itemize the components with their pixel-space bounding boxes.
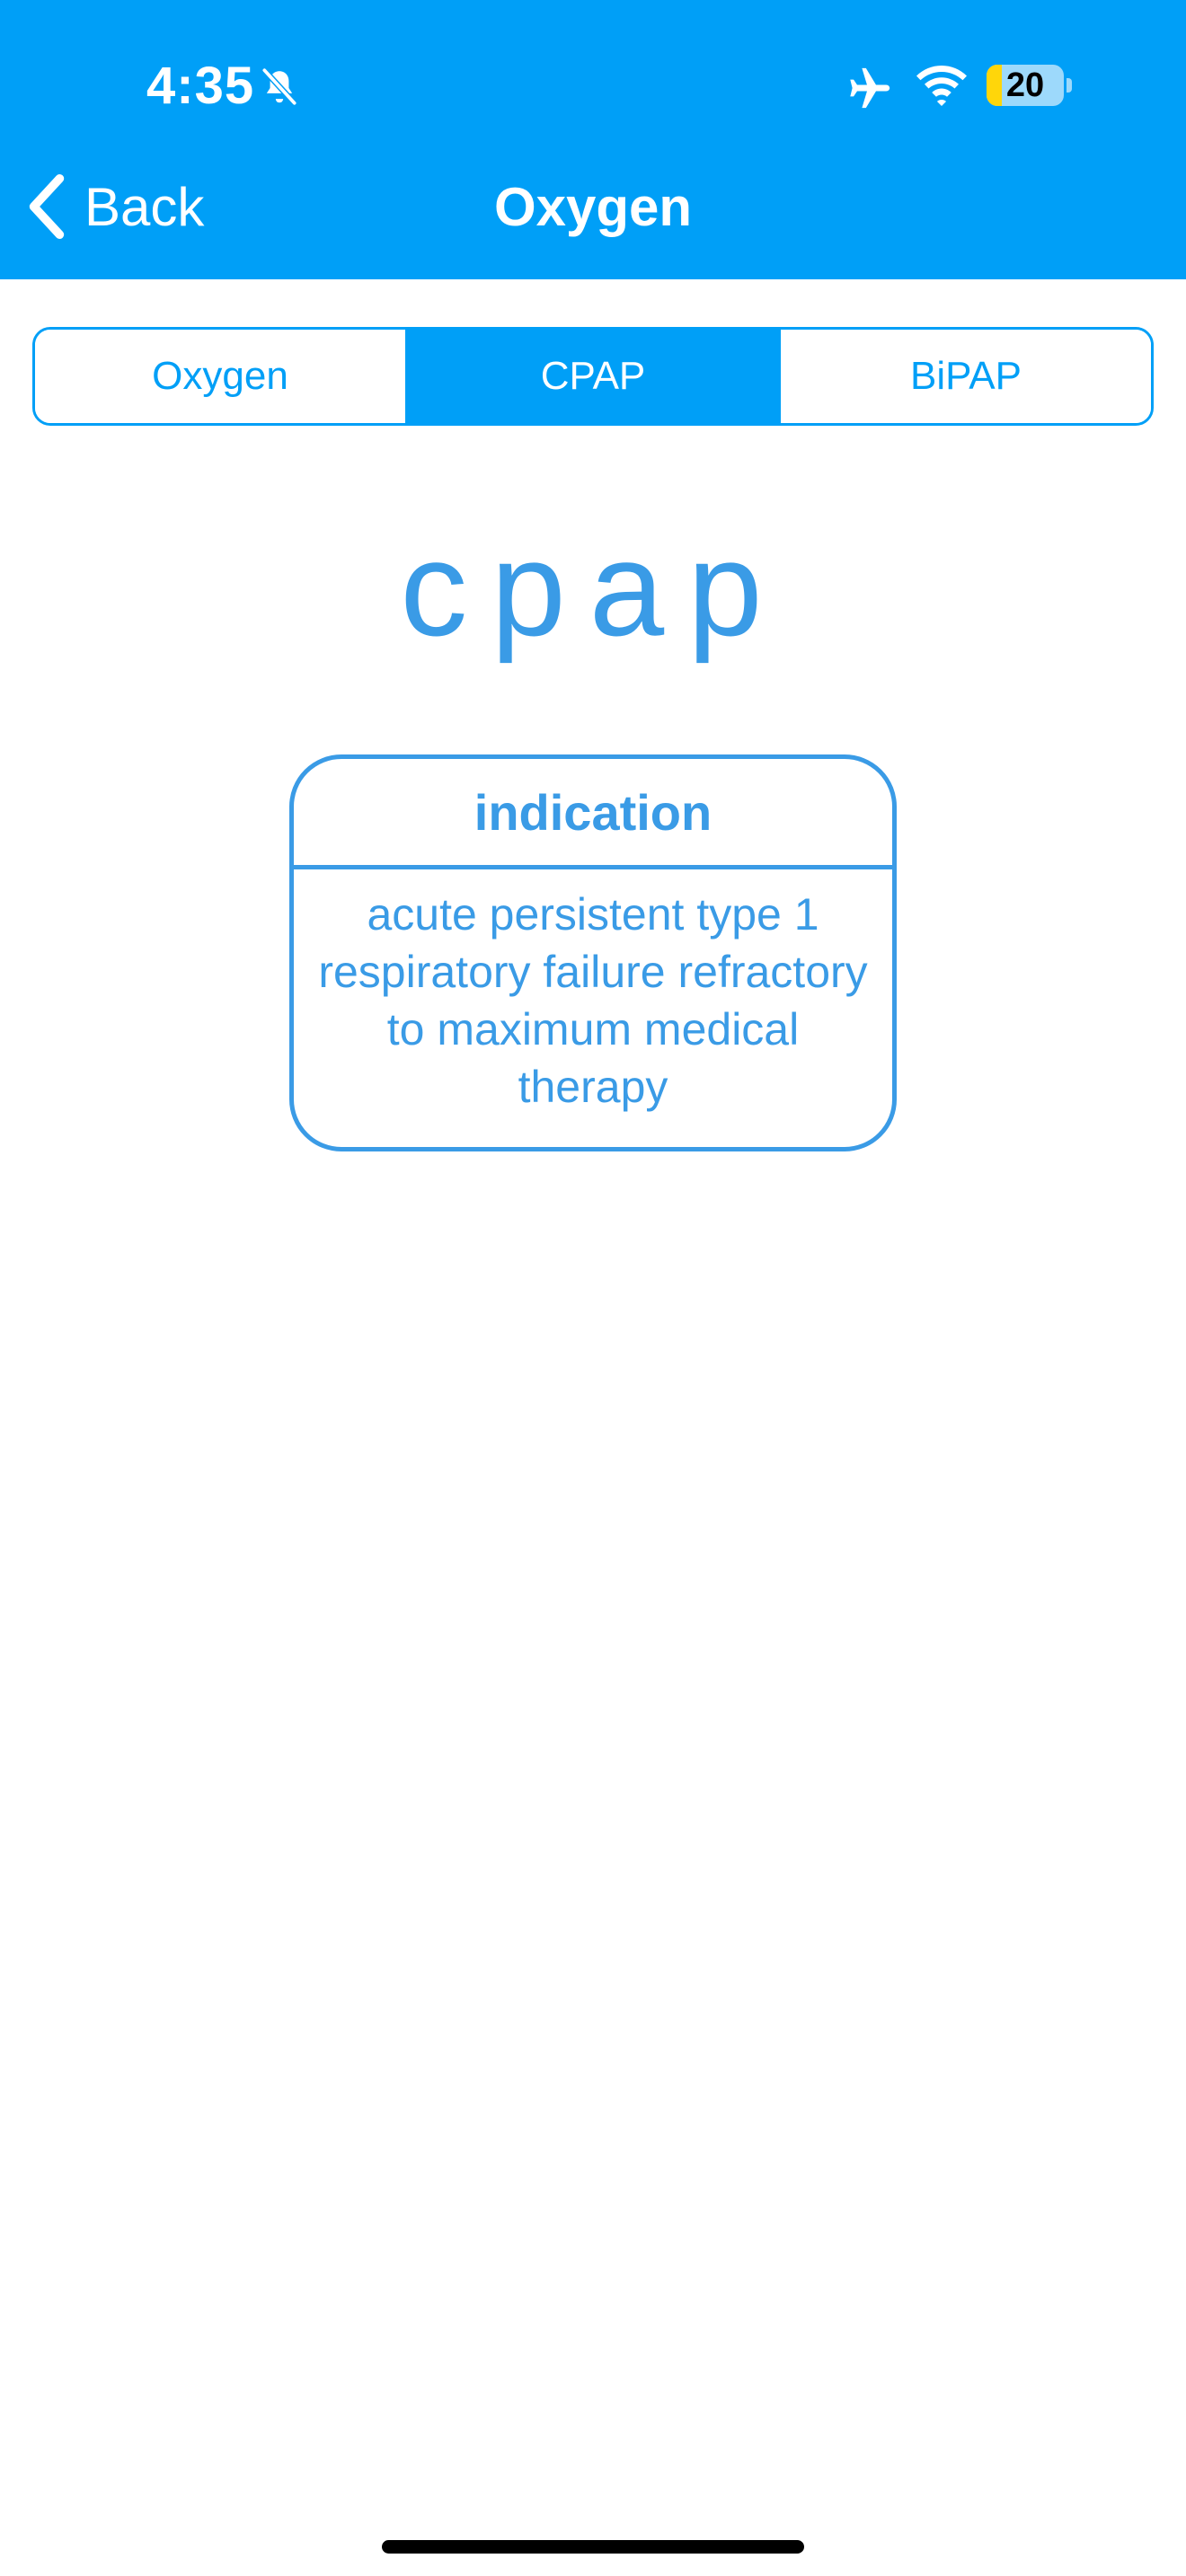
card-body: acute persistent type 1 respiratory fail…	[318, 889, 868, 1112]
screen: 4:35 20 Back Oxygen Oxygen CPAP BiPAP cp…	[0, 0, 1186, 2576]
nav-title: Oxygen	[493, 177, 693, 237]
battery-indicator: 20	[987, 65, 1064, 106]
tab-oxygen[interactable]: Oxygen	[35, 330, 405, 423]
wifi-icon	[916, 66, 967, 106]
battery-level: 20	[1005, 66, 1045, 104]
bell-slash-icon	[261, 68, 297, 105]
segmented-control: Oxygen CPAP BiPAP	[32, 327, 1154, 426]
header-bar: 4:35 20 Back Oxygen	[0, 0, 1186, 279]
indication-card: indication acute persistent type 1 respi…	[289, 754, 897, 1151]
airplane-icon	[850, 67, 890, 109]
page-heading: cpap	[400, 513, 786, 664]
tab-bipap[interactable]: BiPAP	[778, 330, 1151, 423]
battery-cap	[1067, 78, 1072, 93]
status-time: 4:35	[146, 57, 255, 115]
card-title: indication	[294, 759, 892, 869]
home-indicator[interactable]	[382, 2540, 804, 2554]
tab-cpap[interactable]: CPAP	[405, 330, 778, 423]
